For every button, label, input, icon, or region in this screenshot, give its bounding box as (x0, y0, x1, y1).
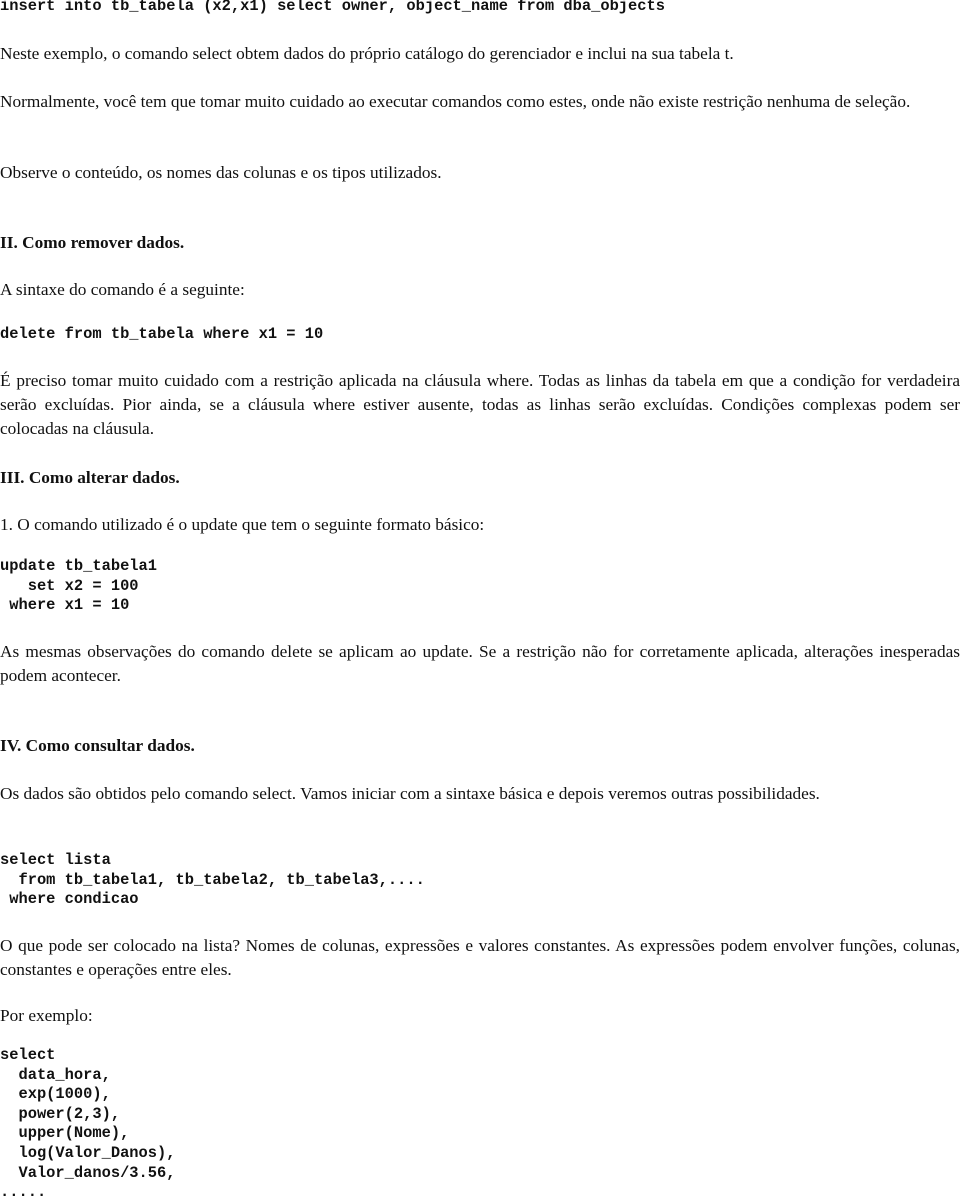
code-line: where x1 = 10 (0, 596, 130, 615)
code-line: delete from tb_tabela where x1 = 10 (0, 325, 324, 343)
paragraph-text: Neste exemplo, o comando select obtem da… (0, 44, 734, 63)
section-alterar-heading: III. Como alterar dados. (0, 466, 960, 490)
code-select: select lista from tb_tabela1, tb_tabela2… (0, 851, 960, 910)
paragraph-text: É preciso tomar muito cuidado com a rest… (0, 371, 960, 438)
paragraph-text: Por exemplo: (0, 1006, 93, 1025)
paragraph-text: Observe o conteúdo, os nomes das colunas… (0, 163, 442, 182)
code-update: update tb_tabela1 set x2 = 100 where x1 … (0, 557, 960, 616)
paragraph-observe: Observe o conteúdo, os nomes das colunas… (0, 161, 960, 185)
code-line: where condicao (0, 890, 139, 909)
code-line: exp(1000), (0, 1085, 111, 1104)
paragraph-text: A sintaxe do comando é a seguinte: (0, 280, 245, 299)
paragraph-comando: 1. O comando utilizado é o update que te… (0, 513, 960, 537)
paragraph-text: Normalmente, você tem que tomar muito cu… (0, 92, 911, 111)
paragraph-text: O que pode ser colocado na lista? Nomes … (0, 936, 960, 979)
section-heading: III. Como alterar dados. (0, 468, 180, 487)
paragraph-normalmente: Normalmente, você tem que tomar muito cu… (0, 90, 960, 114)
code-line: select lista (0, 851, 111, 869)
paragraph-oque: O que pode ser colocado na lista? Nomes … (0, 934, 960, 982)
paragraph-dados: Os dados são obtidos pelo comando select… (0, 782, 960, 806)
code-line: from tb_tabela1, tb_tabela2, tb_tabela3,… (0, 870, 425, 889)
section-consultar-heading: IV. Como consultar dados. (0, 734, 960, 758)
paragraph-preciso: É preciso tomar muito cuidado com a rest… (0, 369, 960, 441)
code-line: data_hora, (0, 1065, 111, 1084)
code-line: Valor_danos/3.56, (0, 1163, 176, 1182)
code-insert: insert into tb_tabela (x2,x1) select own… (0, 0, 960, 17)
code-line: select (0, 1046, 56, 1064)
code-line: log(Valor_Danos), (0, 1143, 176, 1162)
paragraph-text: 1. O comando utilizado é o update que te… (0, 515, 485, 534)
section-heading: II. Como remover dados. (0, 233, 185, 252)
code-line: update tb_tabela1 (0, 557, 158, 575)
paragraph-neste: Neste exemplo, o comando select obtem da… (0, 42, 960, 66)
paragraph-mesmas: As mesmas observações do comando delete … (0, 640, 960, 688)
code-line: power(2,3), (0, 1104, 121, 1123)
section-heading: IV. Como consultar dados. (0, 736, 195, 755)
paragraph-text: Os dados são obtidos pelo comando select… (0, 784, 820, 803)
paragraph-sintaxe: A sintaxe do comando é a seguinte: (0, 278, 960, 302)
code-line: insert into tb_tabela (x2,x1) select own… (0, 0, 665, 15)
paragraph-text: As mesmas observações do comando delete … (0, 642, 960, 685)
code-example: select data_hora, exp(1000), power(2,3),… (0, 1046, 960, 1203)
code-line: upper(Nome), (0, 1124, 130, 1143)
code-delete: delete from tb_tabela where x1 = 10 (0, 325, 960, 345)
code-line: set x2 = 100 (0, 576, 139, 595)
paragraph-exemplo: Por exemplo: (0, 1004, 960, 1028)
section-remover-heading: II. Como remover dados. (0, 231, 960, 255)
